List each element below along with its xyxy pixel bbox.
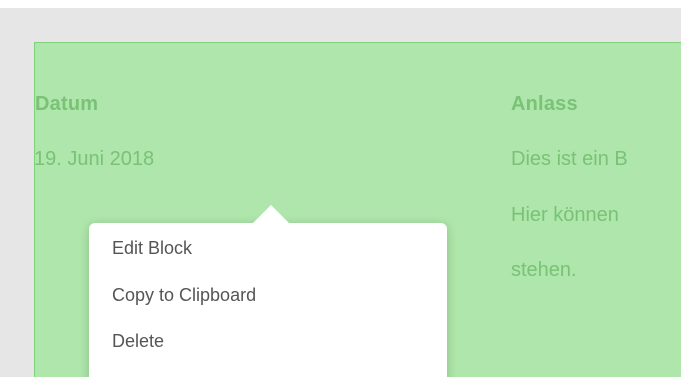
edit-block-menu-item[interactable]: Edit Block (112, 238, 192, 259)
occasion-text-line-1: Dies ist ein B (511, 148, 628, 170)
occasion-heading: Anlass (511, 93, 578, 115)
occasion-text-line-3: stehen. (511, 259, 577, 281)
context-menu-pointer (252, 205, 290, 224)
copy-to-clipboard-menu-item[interactable]: Copy to Clipboard (112, 285, 256, 306)
page-canvas: Datum 19. Juni 2018 Anlass Dies ist ein … (0, 0, 681, 377)
block-context-menu: Edit Block Copy to Clipboard Delete (89, 223, 447, 377)
occasion-text-line-2: Hier können (511, 204, 619, 226)
delete-menu-item[interactable]: Delete (112, 331, 164, 352)
date-heading: Datum (35, 93, 99, 115)
date-value: 19. Juni 2018 (34, 148, 155, 170)
